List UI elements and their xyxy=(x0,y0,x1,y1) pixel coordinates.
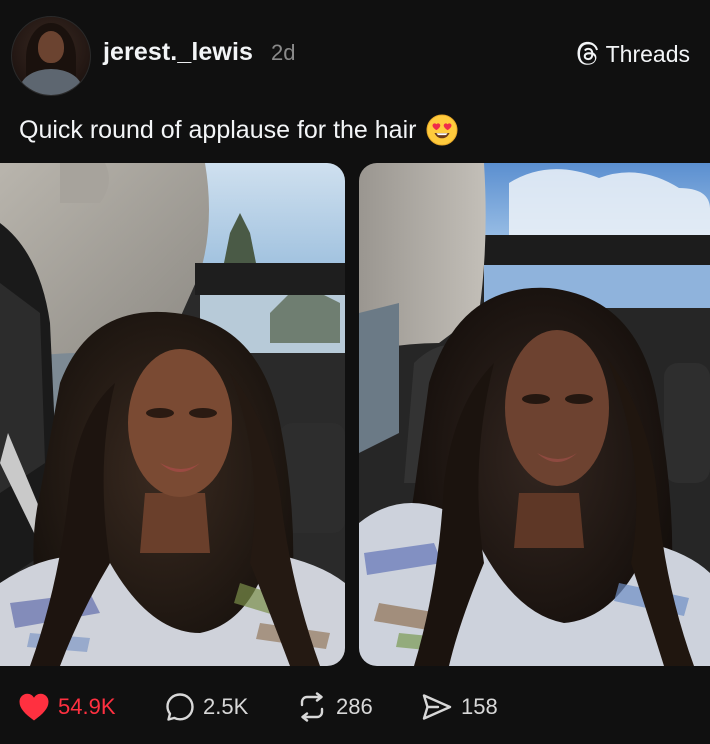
threads-brand-label: Threads xyxy=(605,40,690,67)
post-actions: 54.9K 2.5K 286 158 xyxy=(0,686,710,732)
repost-button[interactable]: 286 xyxy=(296,692,373,722)
threads-brand[interactable]: Threads xyxy=(576,40,690,68)
like-count: 54.9K xyxy=(58,694,116,719)
reply-button[interactable]: 2.5K xyxy=(165,692,248,722)
like-button[interactable]: 54.9K xyxy=(18,692,116,722)
caption-text: Quick round of applause for the hair xyxy=(19,115,417,144)
avatar[interactable] xyxy=(11,16,91,96)
comment-icon xyxy=(166,693,194,721)
share-count: 158 xyxy=(461,694,498,719)
send-icon xyxy=(422,694,452,720)
post-caption: Quick round of applause for the hair xyxy=(19,114,458,146)
post-photo-2[interactable] xyxy=(359,163,710,666)
username[interactable]: jerest._lewis xyxy=(103,38,253,67)
reply-count: 2.5K xyxy=(203,694,249,719)
heart-eyes-emoji-icon xyxy=(426,114,458,146)
post-photo-1[interactable] xyxy=(0,163,345,666)
post-header: jerest._lewis 2d Threads xyxy=(0,0,710,110)
heart-filled-icon xyxy=(19,693,49,721)
share-button[interactable]: 158 xyxy=(421,692,498,722)
post-timestamp: 2d xyxy=(271,40,296,65)
repost-icon xyxy=(300,692,324,722)
repost-count: 286 xyxy=(336,694,373,719)
threads-logo-icon xyxy=(577,41,598,65)
